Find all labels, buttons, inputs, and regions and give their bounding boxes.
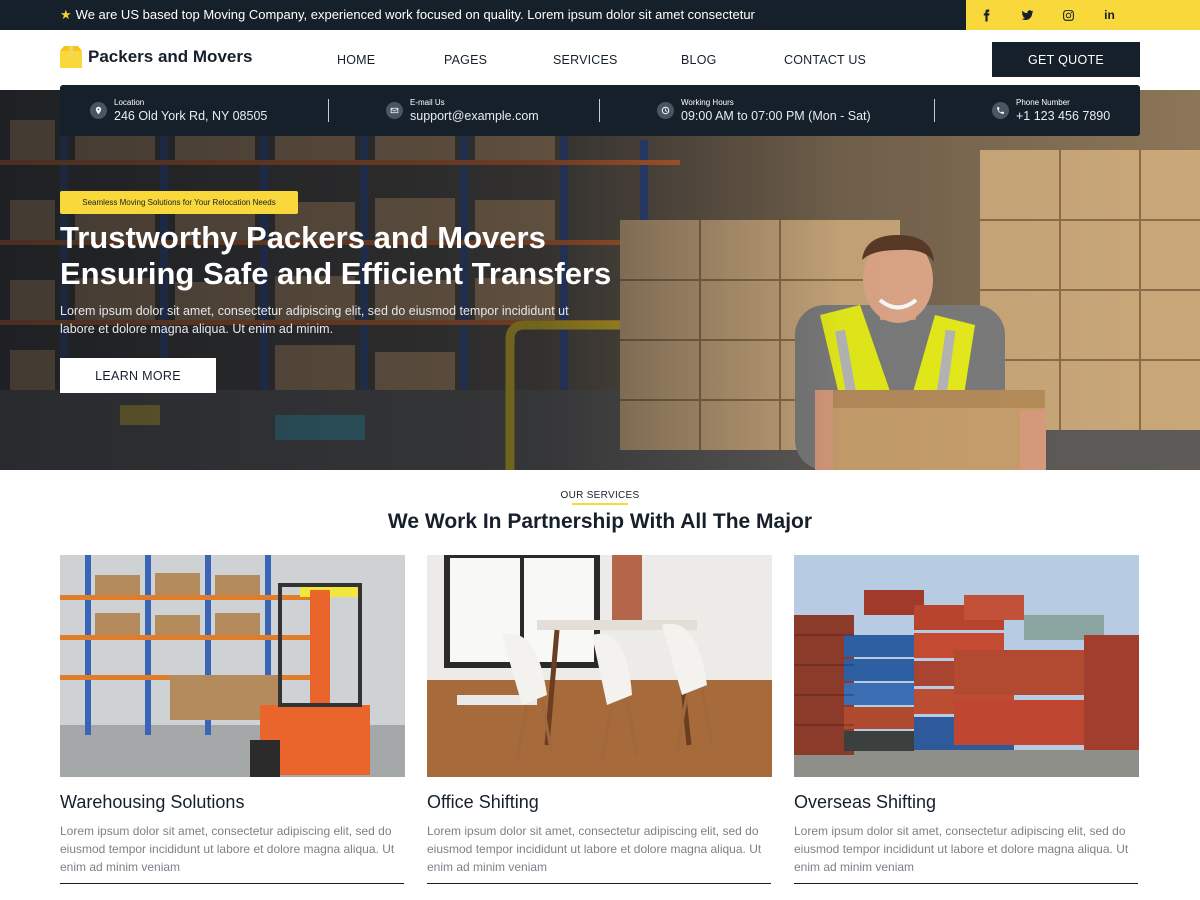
divider: [328, 99, 329, 122]
nav-blog[interactable]: BLOG: [681, 53, 717, 67]
card-description: Lorem ipsum dolor sit amet, consectetur …: [60, 824, 395, 874]
card-description: Lorem ipsum dolor sit amet, consectetur …: [794, 824, 1129, 874]
linkedin-icon-text: in: [1104, 8, 1115, 22]
hero-description: Lorem ipsum dolor sit amet, consectetur …: [60, 304, 569, 336]
warehouse-forklift-image: [60, 555, 405, 777]
location-pin-icon: [90, 102, 107, 119]
info-email: E-mail Us support@example.com: [386, 85, 539, 136]
card-title[interactable]: Warehousing Solutions: [60, 792, 244, 813]
box-logo-icon: [60, 46, 82, 68]
services-title: We Work In Partnership With All The Majo…: [387, 510, 813, 533]
star-icon: ★: [60, 7, 72, 22]
hero-title: Trustworthy Packers and Movers Ensuring …: [60, 220, 680, 292]
info-label: Working Hours: [681, 97, 734, 107]
announcement-text: We are US based top Moving Company, expe…: [75, 7, 755, 22]
office-table-image: [427, 555, 772, 777]
phone-icon: [992, 102, 1009, 119]
logo[interactable]: Packers and Movers: [60, 46, 252, 68]
divider: [599, 99, 600, 122]
hero-title-line1: Trustworthy Packers and Movers: [60, 220, 546, 255]
nav-home[interactable]: HOME: [337, 53, 375, 67]
email-icon: [386, 102, 403, 119]
card-divider: [794, 883, 1138, 884]
top-announcement-bar: ★ We are US based top Moving Company, exp…: [0, 0, 1200, 30]
services-kicker: OUR SERVICES: [560, 490, 640, 501]
get-quote-button[interactable]: GET QUOTE: [992, 42, 1140, 77]
card-title[interactable]: Overseas Shifting: [794, 792, 936, 813]
card-divider: [427, 883, 771, 884]
info-location: Location 246 Old York Rd, NY 08505: [90, 85, 267, 136]
card-divider: [60, 883, 404, 884]
divider: [934, 99, 935, 122]
info-label: Phone Number: [1016, 97, 1070, 107]
nav-pages[interactable]: PAGES: [444, 53, 487, 67]
twitter-icon[interactable]: [1007, 0, 1048, 30]
site-header: Packers and Movers HOME PAGES SERVICES B…: [0, 30, 1200, 90]
logo-text: Packers and Movers: [88, 47, 253, 66]
hero-title-line2: Ensuring Safe and Efficient Transfers: [60, 256, 612, 291]
facebook-icon[interactable]: [966, 0, 1007, 30]
service-card-office[interactable]: Office Shifting Lorem ipsum dolor sit am…: [427, 555, 772, 884]
announcement-text-wrap: ★ We are US based top Moving Company, exp…: [60, 0, 755, 30]
clock-icon: [657, 102, 674, 119]
info-value: 09:00 AM to 07:00 PM (Mon - Sat): [681, 108, 871, 123]
card-description: Lorem ipsum dolor sit amet, consectetur …: [427, 824, 762, 874]
info-value: 246 Old York Rd, NY 08505: [114, 108, 268, 123]
kicker-underline: [572, 503, 628, 505]
hero-badge: Seamless Moving Solutions for Your Reloc…: [60, 191, 298, 214]
shipping-containers-image: [794, 555, 1139, 777]
nav-services[interactable]: SERVICES: [553, 53, 618, 67]
card-title[interactable]: Office Shifting: [427, 792, 539, 813]
service-card-overseas[interactable]: Overseas Shifting Lorem ipsum dolor sit …: [794, 555, 1139, 884]
social-links: in: [966, 0, 1200, 30]
info-value[interactable]: support@example.com: [410, 108, 539, 124]
info-label: E-mail Us: [410, 97, 445, 107]
linkedin-icon[interactable]: in: [1089, 0, 1130, 30]
learn-more-button[interactable]: LEARN MORE: [60, 358, 216, 393]
instagram-icon[interactable]: [1048, 0, 1089, 30]
nav-contact-us[interactable]: CONTACT US: [784, 53, 866, 67]
service-card-warehousing[interactable]: Warehousing Solutions Lorem ipsum dolor …: [60, 555, 405, 884]
contact-info-bar: Location 246 Old York Rd, NY 08505 E-mai…: [60, 85, 1140, 136]
info-hours: Working Hours 09:00 AM to 07:00 PM (Mon …: [657, 85, 871, 136]
info-phone: Phone Number +1 123 456 7890: [992, 85, 1110, 136]
info-value[interactable]: +1 123 456 7890: [1016, 108, 1110, 124]
info-label: Location: [114, 97, 145, 107]
